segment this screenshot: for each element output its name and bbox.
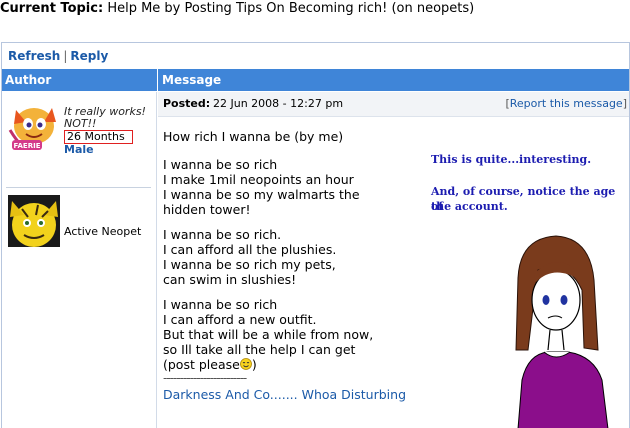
poem-stanza-3: I wanna be so rich I can afford a new ou… [163, 297, 374, 357]
faerie-badge: FAERIE [14, 142, 41, 150]
account-age: 26 Months [64, 130, 133, 144]
girl-drawing [498, 230, 629, 428]
poem-last-close: ) [251, 357, 257, 372]
user-info: It really works! NOT!! 26 Months Male [64, 106, 146, 156]
posted-label: Posted: [163, 97, 211, 110]
user-gender: Male [64, 143, 94, 156]
author-panel: FAERIE It really works! NOT!! 26 Months … [2, 92, 157, 428]
refresh-link[interactable]: Refresh [8, 49, 60, 63]
signature-link[interactable]: Darkness And Co....... Whoa Disturbing [163, 387, 406, 402]
message-column-header: Message [158, 69, 629, 91]
poem-stanza-2: I wanna be so rich. I can afford all the… [163, 227, 337, 287]
user-quote-line2: NOT!! [64, 117, 97, 130]
user-avatar[interactable]: FAERIE [8, 100, 60, 152]
message-panel: Posted: 22 Jun 2008 - 12:27 pm [Report t… [158, 92, 629, 428]
report-bracket-close: ] [622, 97, 627, 110]
signature-divider: ------------------------- [163, 371, 247, 385]
message-body: How rich I wanna be (by me) I wanna be s… [163, 129, 373, 372]
poem-stanza-1: I wanna be so rich I make 1mil neopoints… [163, 157, 360, 217]
current-topic: Current Topic: Help Me by Posting Tips O… [0, 1, 474, 16]
posted-bar: Posted: 22 Jun 2008 - 12:27 pm [Report t… [158, 92, 629, 117]
annotation-line3: the account. [431, 200, 508, 213]
pet-avatar[interactable] [8, 195, 60, 247]
reply-link[interactable]: Reply [70, 49, 108, 63]
message-board: Refresh | Reply Author Message FAERIE It r… [1, 42, 630, 428]
topic-label: Current Topic: [0, 1, 104, 16]
report-wrapper: [Report this message] [505, 92, 627, 116]
toolbar: Refresh | Reply [2, 43, 629, 68]
annotation-line1: This is quite...interesting. [431, 153, 592, 166]
toolbar-separator: | [63, 49, 68, 63]
author-divider [6, 187, 151, 188]
poem-last-text: (post please [163, 357, 240, 372]
smiley-icon [239, 358, 252, 370]
author-column-header: Author [2, 69, 157, 91]
poem-title: How rich I wanna be (by me) [163, 129, 344, 144]
posted-date: 22 Jun 2008 - 12:27 pm [213, 97, 344, 110]
pet-status: Active Neopet [64, 225, 142, 238]
topic-title: Help Me by Posting Tips On Becoming rich… [107, 1, 475, 16]
poem-last-line: (post please) [163, 357, 373, 372]
report-message-link[interactable]: Report this message [510, 97, 623, 110]
